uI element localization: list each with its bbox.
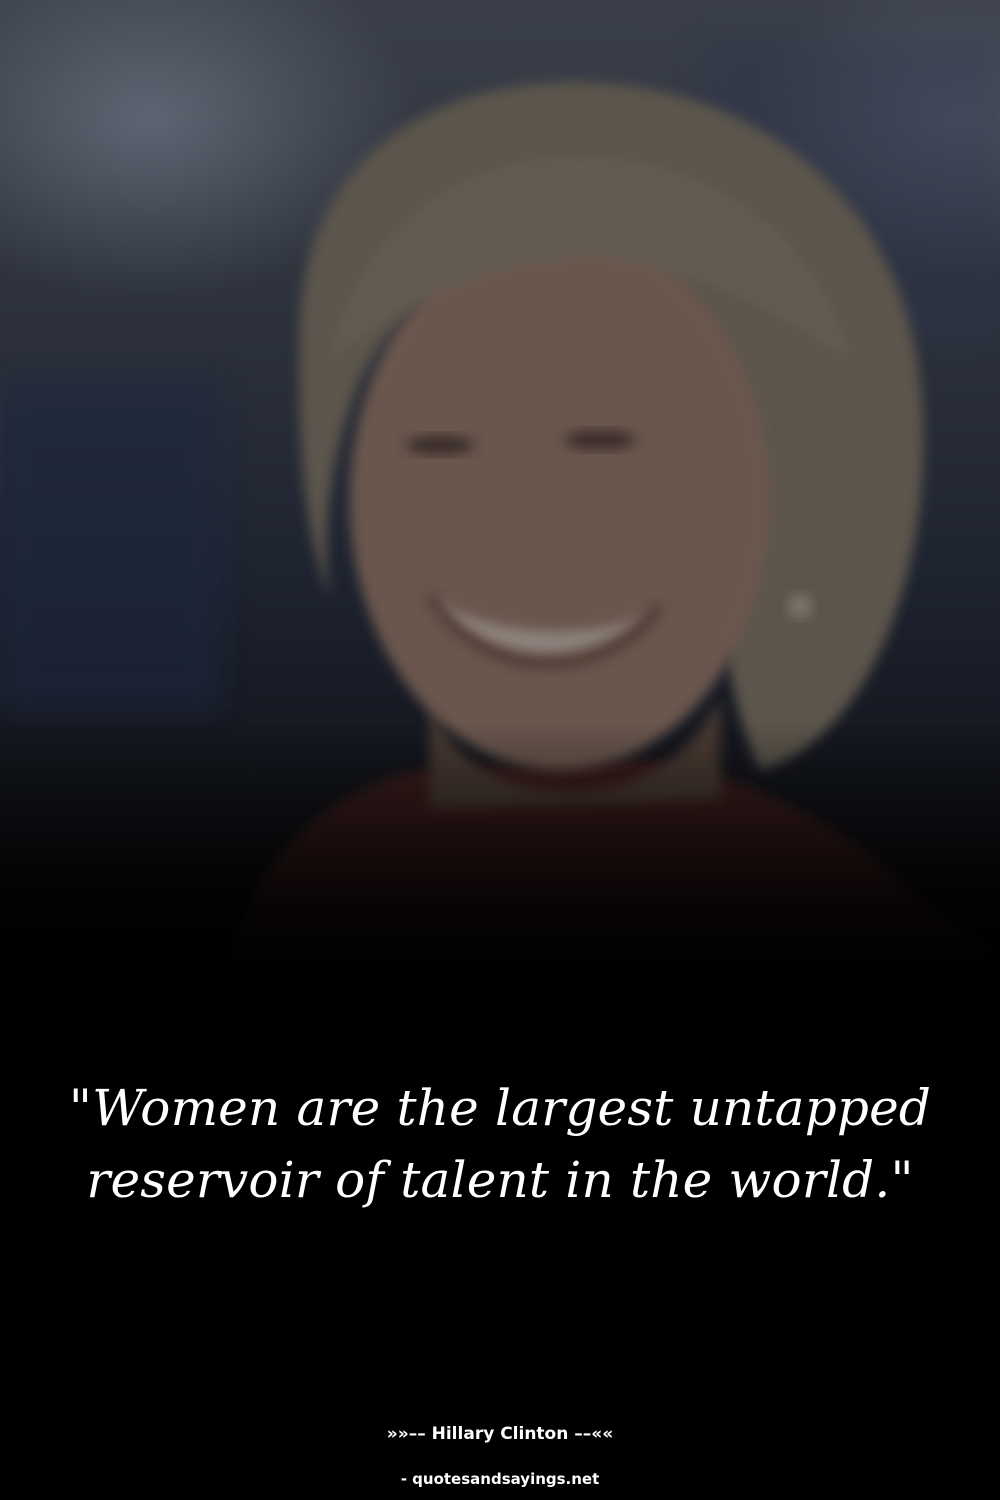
- author-attribution: »»–– Hillary Clinton ––««: [386, 1424, 614, 1444]
- quote-poster: "Women are the largest untapped reservoi…: [0, 0, 1000, 1500]
- source-credit: - quotesandsayings.net: [400, 1470, 600, 1488]
- quote-text: "Women are the largest untapped reservoi…: [68, 1079, 932, 1209]
- photo-fade-overlay: [0, 720, 1000, 980]
- portrait-photo: [0, 0, 1000, 980]
